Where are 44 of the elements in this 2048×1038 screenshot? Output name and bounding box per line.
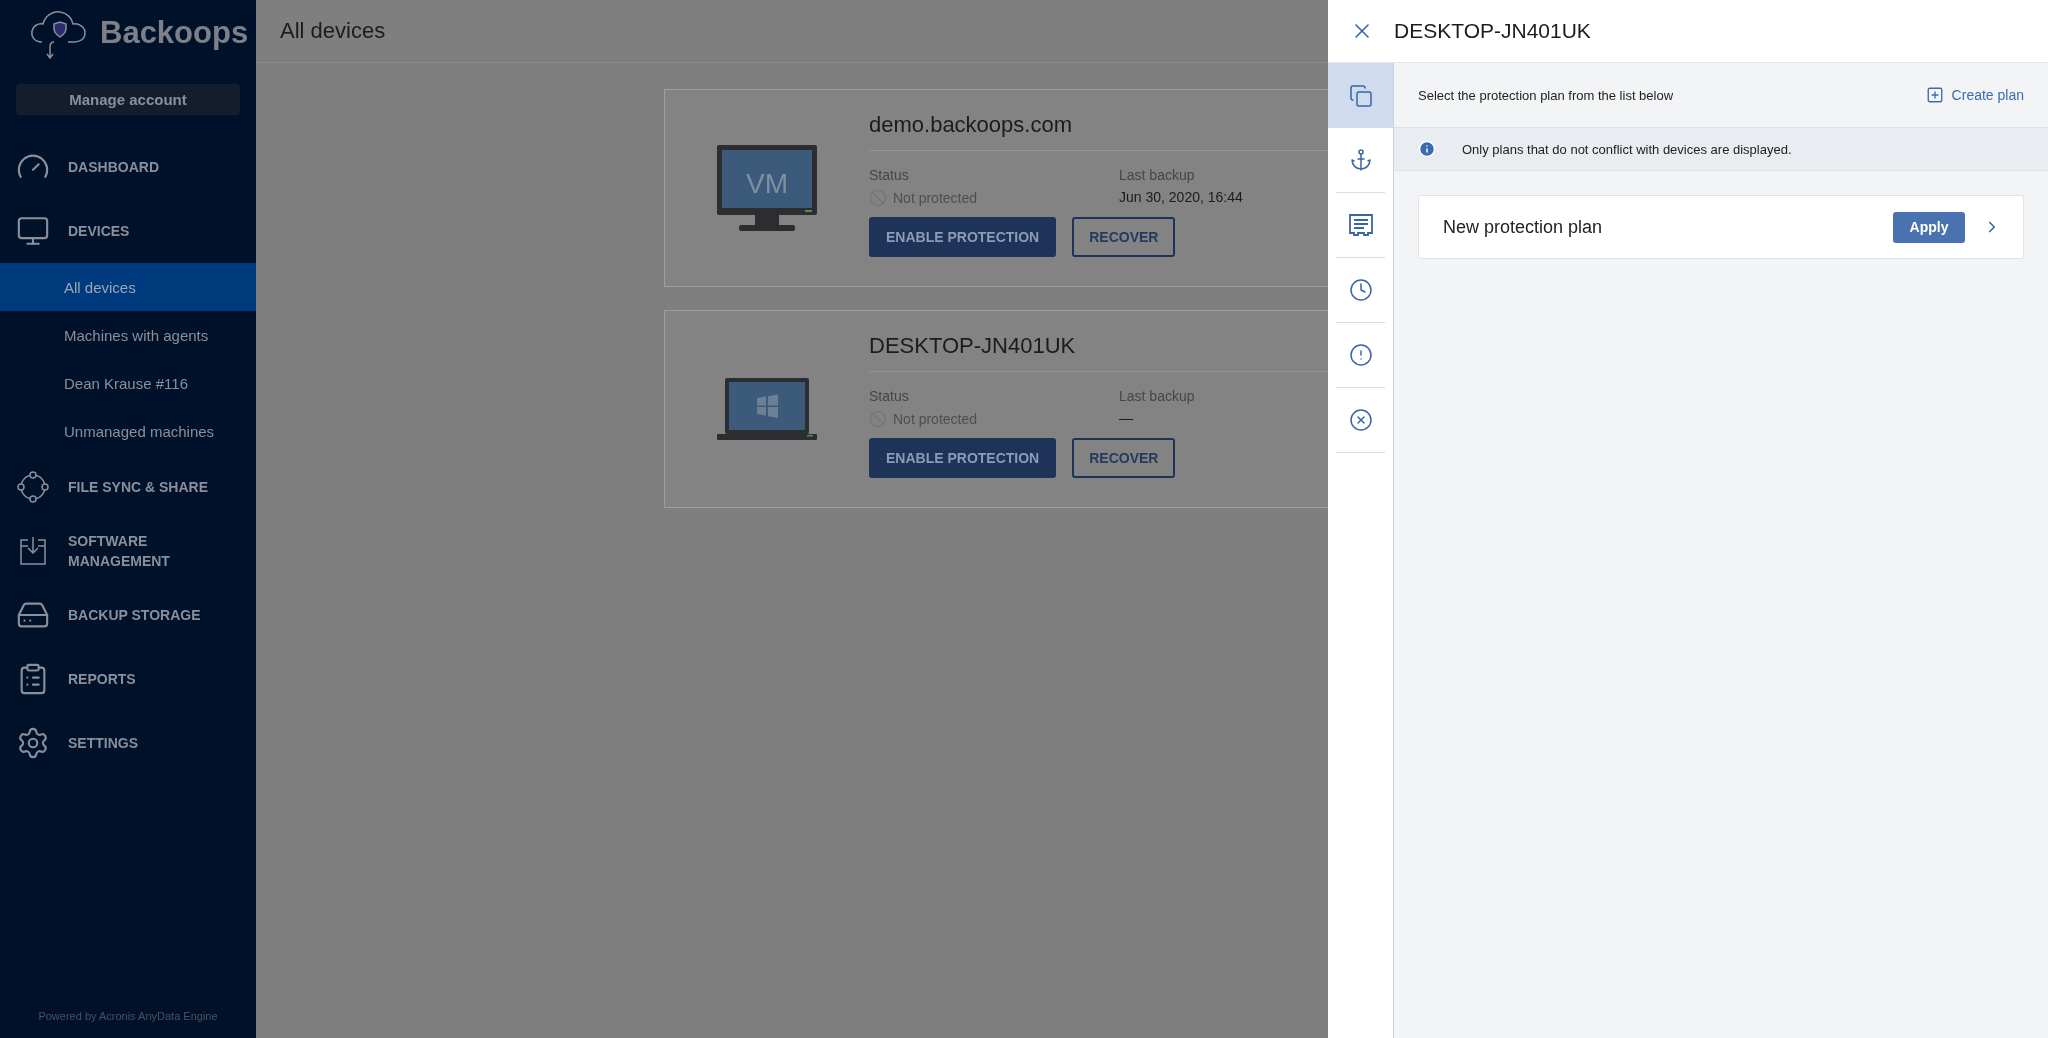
nav-item[interactable]: DEVICES — [68, 221, 228, 241]
status-label: Status — [869, 167, 909, 183]
manage-account-button[interactable]: Manage account — [16, 84, 240, 115]
panel-title: DESKTOP-JN401UK — [1394, 19, 1591, 43]
add-icon — [1925, 86, 1944, 104]
nav-item[interactable]: DASHBOARD — [68, 157, 228, 177]
nav-subitem[interactable]: Dean Krause #116 — [0, 359, 256, 407]
info-icon — [1418, 140, 1436, 158]
copy-icon — [1348, 83, 1373, 108]
clock-icon — [1348, 278, 1373, 302]
instruction-text: Select the protection plan from the list below — [1418, 87, 1674, 103]
last-backup-label: Last backup — [1119, 388, 1195, 404]
recover-button[interactable]: RECOVER — [1072, 438, 1176, 478]
nav-item[interactable]: REPORTS — [68, 669, 228, 689]
screen-label: VM — [746, 168, 788, 201]
nav-item[interactable]: FILE SYNC & SHARE — [68, 477, 228, 497]
status-label: Status — [869, 388, 909, 404]
monitor-icon — [16, 214, 50, 248]
circle-nodes-icon — [16, 470, 50, 504]
enable-protection-button[interactable]: ENABLE PROTECTION — [869, 438, 1057, 478]
recover-button[interactable]: RECOVER — [1072, 217, 1176, 257]
brand-name: Backoops — [100, 15, 249, 51]
anchor-icon — [1348, 148, 1373, 172]
nav-subitem[interactable]: Unmanaged machines — [0, 407, 256, 455]
footer-text: Powered by Acronis AnyData Engine — [37, 1010, 219, 1024]
enable-protection-button[interactable]: ENABLE PROTECTION — [869, 217, 1057, 257]
last-backup-label: Last backup — [1119, 167, 1195, 183]
last-backup-value: Jun 30, 2020, 16:44 — [1119, 189, 1243, 205]
panel-tab[interactable] — [1328, 63, 1393, 128]
create-plan-link[interactable]: Create plan — [1925, 86, 2024, 104]
alert-icon — [1348, 343, 1373, 367]
plan-name: New protection plan — [1443, 216, 1604, 238]
page-title: All devices — [280, 18, 386, 44]
nav-subitem[interactable]: All devices — [0, 263, 256, 311]
cancel-icon — [1348, 408, 1373, 432]
apply-button[interactable]: Apply — [1893, 211, 1965, 243]
nav-item[interactable]: SETTINGS — [68, 733, 228, 753]
plan-row[interactable]: New protection plan Apply — [1418, 195, 2024, 259]
nav-item[interactable]: SOFTWARE MANAGEMENT — [68, 531, 228, 571]
nav-item[interactable]: BACKUP STORAGE — [68, 605, 228, 625]
nav-subitem[interactable]: Machines with agents — [0, 311, 256, 359]
settings-icon — [16, 726, 50, 760]
document-list-icon — [1347, 213, 1374, 237]
last-backup-value: — — [1119, 410, 1133, 426]
